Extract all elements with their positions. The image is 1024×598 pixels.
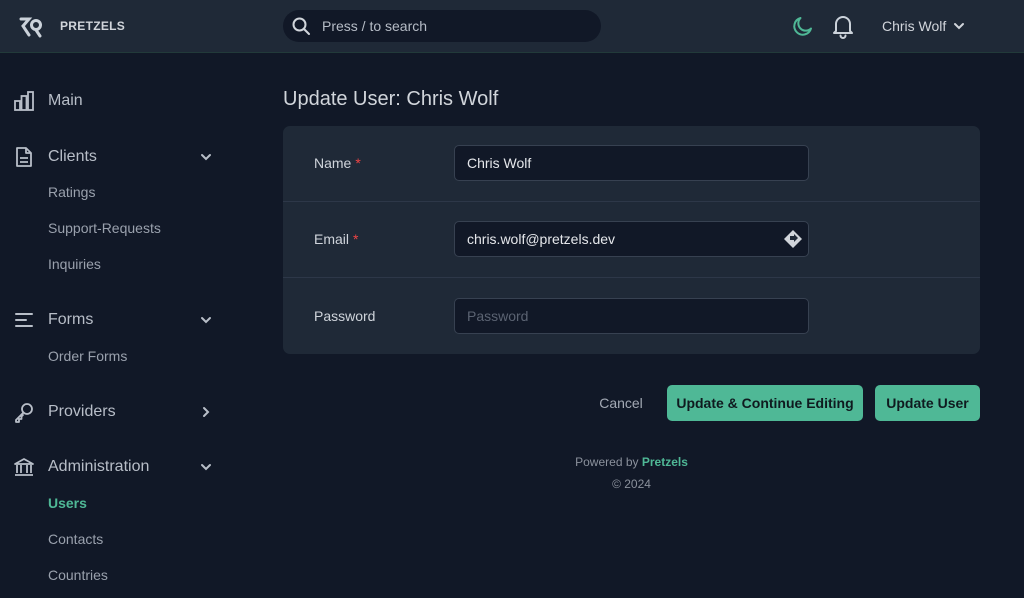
sidebar-item-label: Clients	[48, 148, 97, 165]
sidebar-item-label: Main	[48, 92, 83, 109]
password-label: Password	[314, 308, 376, 324]
chevron-down-icon	[199, 313, 213, 327]
password-manager-icon[interactable]	[783, 229, 803, 249]
search-placeholder: Press / to search	[322, 18, 428, 34]
user-menu[interactable]: Chris Wolf	[882, 17, 966, 35]
pretzels-logo-icon[interactable]	[18, 13, 44, 39]
cancel-button[interactable]: Cancel	[588, 386, 654, 420]
chevron-right-icon	[199, 405, 213, 419]
required-marker: *	[353, 231, 359, 247]
email-label: Email *	[314, 231, 359, 247]
moon-icon[interactable]	[791, 14, 815, 38]
email-field[interactable]	[454, 221, 809, 257]
bank-icon	[13, 456, 35, 478]
sidebar-item-administration[interactable]: Administration	[0, 452, 240, 482]
user-name: Chris Wolf	[882, 18, 947, 34]
sidebar-item-forms[interactable]: Forms	[0, 305, 240, 335]
footer-powered-by: Powered by Pretzels	[575, 455, 688, 469]
user-form-card: Name* Email* Password	[283, 126, 980, 354]
password-field[interactable]	[454, 298, 809, 334]
form-row-name: Name *	[283, 126, 980, 202]
chevron-down-icon	[954, 23, 965, 30]
sidebar-item-label: Administration	[48, 458, 150, 475]
sidebar-subitem-ratings[interactable]: Ratings	[48, 184, 95, 200]
sidebar-subitem-users[interactable]: Users	[48, 495, 87, 511]
search-icon	[291, 16, 311, 36]
required-marker: *	[355, 155, 361, 171]
search-bar[interactable]: Press / to search	[283, 10, 601, 42]
form-row-password: Password	[283, 277, 980, 353]
document-icon	[13, 146, 35, 168]
sidebar-item-label: Providers	[48, 403, 116, 420]
sidebar-subitem-support-requests[interactable]: Support-Requests	[48, 220, 161, 236]
update-user-button[interactable]: Update User	[875, 385, 980, 421]
sidebar: Main Clients Ratings Support-Requests In…	[0, 54, 240, 598]
footer-copyright: © 2024	[612, 477, 651, 491]
update-continue-button[interactable]: Update & Continue Editing	[667, 385, 863, 421]
sidebar-item-providers[interactable]: Providers	[0, 397, 240, 427]
footer-brand-link[interactable]: Pretzels	[642, 455, 688, 469]
form-row-email: Email *	[283, 201, 980, 277]
sidebar-subitem-inquiries[interactable]: Inquiries	[48, 256, 101, 272]
sidebar-item-clients[interactable]: Clients	[0, 142, 240, 172]
sidebar-subitem-countries[interactable]: Countries	[48, 567, 108, 583]
sidebar-item-label: Forms	[48, 311, 94, 328]
chevron-down-icon	[199, 150, 213, 164]
chevron-down-icon	[199, 460, 213, 474]
lines-icon	[13, 309, 35, 331]
page-title: Update User: Chris Wolf	[283, 88, 499, 110]
sidebar-subitem-contacts[interactable]: Contacts	[48, 531, 103, 547]
bell-icon[interactable]	[831, 13, 855, 39]
sidebar-item-main[interactable]: Main	[0, 86, 240, 116]
key-icon	[13, 401, 35, 423]
top-bar: PRETZELS Press / to search Chris Wolf	[0, 0, 1024, 53]
brand-name[interactable]: PRETZELS	[60, 19, 125, 33]
bar-chart-icon	[13, 90, 35, 112]
name-field[interactable]	[454, 145, 809, 181]
name-label: Name *	[314, 155, 361, 171]
sidebar-subitem-order-forms[interactable]: Order Forms	[48, 348, 127, 364]
